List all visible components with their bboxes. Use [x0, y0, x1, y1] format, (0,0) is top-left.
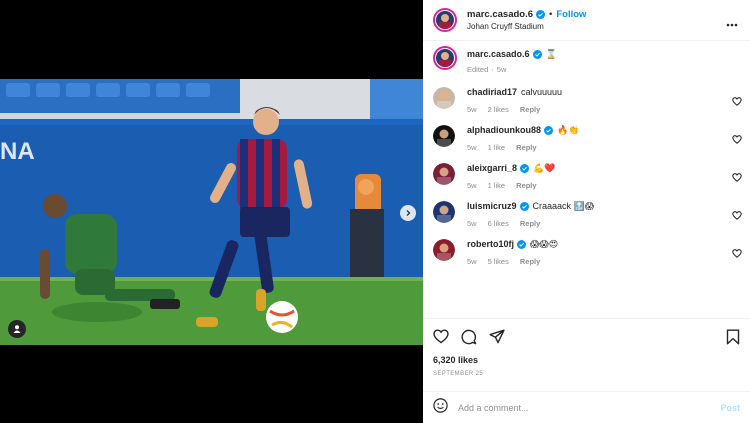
like-button[interactable] — [433, 329, 449, 349]
reply-button[interactable]: Reply — [520, 257, 540, 266]
caption-text: ⌛ — [545, 49, 557, 59]
banner-text: NA — [0, 138, 35, 165]
comment-text: calvuuuuu — [521, 87, 563, 97]
author-username[interactable]: marc.casado.6 — [467, 9, 533, 20]
comment-username[interactable]: luismicruz9 — [467, 201, 517, 212]
next-media-button[interactable] — [400, 205, 416, 221]
chevron-right-icon — [406, 210, 411, 216]
comment-time[interactable]: 5w — [467, 181, 477, 190]
comment-username[interactable]: aleixgarri_8 — [467, 163, 517, 174]
comment-like-button[interactable] — [732, 93, 742, 111]
user-tag-icon — [13, 325, 21, 333]
commenter-avatar[interactable] — [433, 239, 455, 261]
comment-text: 💪❤️ — [533, 163, 556, 173]
more-horizontal-icon — [726, 23, 738, 27]
comment-input[interactable] — [458, 402, 721, 413]
comment-username[interactable]: chadiriad17 — [467, 87, 517, 98]
comment-item: roberto10fj 😱😱😍 5w 5 likes Reply — [423, 239, 750, 266]
caption-time[interactable]: 5w — [497, 65, 507, 74]
user-tag-button[interactable] — [8, 320, 26, 338]
comment-item: chadiriad17 calvuuuuu 5w 2 likes Reply — [423, 87, 750, 114]
comment-text: 😱😱😍 — [530, 239, 559, 249]
author-avatar[interactable] — [433, 8, 457, 32]
reply-button[interactable]: Reply — [520, 219, 540, 228]
verified-badge-icon — [532, 50, 542, 59]
heart-icon — [732, 249, 742, 258]
comment-likes[interactable]: 5 likes — [488, 257, 509, 266]
share-icon — [489, 329, 505, 343]
verified-badge-icon — [544, 126, 554, 135]
reply-button[interactable]: Reply — [516, 143, 536, 152]
verified-badge-icon — [519, 202, 529, 211]
comment-likes[interactable]: 6 likes — [488, 219, 509, 228]
emoji-icon — [433, 397, 448, 413]
post-side-panel: marc.casado.6 • Follow Johan Cruyff Stad… — [423, 0, 750, 423]
comment-likes[interactable]: 2 likes — [488, 105, 509, 114]
more-options-button[interactable] — [726, 14, 738, 32]
emoji-button[interactable] — [433, 397, 448, 418]
comment-icon — [461, 329, 477, 344]
comment-username[interactable]: alphadiounkou88 — [467, 125, 541, 136]
comment-likes[interactable]: 1 like — [488, 143, 506, 152]
separator-dot: • — [549, 9, 553, 20]
add-comment-bar: Post — [423, 391, 750, 423]
comment-item: luismicruz9 Craaaack 🔝😱 5w 6 likes Reply — [423, 201, 750, 228]
comment-button[interactable] — [461, 329, 477, 350]
comment-time[interactable]: 5w — [467, 105, 477, 114]
comment-item: alphadiounkou88 🔥👏 5w 1 like Reply — [423, 125, 750, 152]
post-comment-button[interactable]: Post — [720, 403, 740, 413]
comment-time[interactable]: 5w — [467, 257, 477, 266]
media-area: NA — [0, 0, 423, 423]
heart-icon — [732, 97, 742, 106]
reply-button[interactable]: Reply — [520, 105, 540, 114]
comment-like-button[interactable] — [732, 131, 742, 149]
comment-time[interactable]: 5w — [467, 219, 477, 228]
follow-button[interactable]: Follow — [556, 9, 586, 20]
post-location[interactable]: Johan Cruyff Stadium — [467, 22, 586, 31]
commenter-avatar[interactable] — [433, 87, 455, 109]
commenter-avatar[interactable] — [433, 125, 455, 147]
reply-button[interactable]: Reply — [516, 181, 536, 190]
commenter-avatar[interactable] — [433, 163, 455, 185]
comment-like-button[interactable] — [732, 245, 742, 263]
heart-icon — [732, 211, 742, 220]
caption-edited: Edited — [467, 65, 489, 74]
share-button[interactable] — [489, 329, 505, 350]
post-actions: 6,320 likes September 25 — [423, 318, 750, 391]
post-header: marc.casado.6 • Follow Johan Cruyff Stad… — [423, 0, 750, 41]
comment-like-button[interactable] — [732, 169, 742, 187]
caption-author-avatar[interactable] — [433, 46, 457, 70]
heart-icon — [732, 135, 742, 144]
instagram-post-modal: NA marc.casado.6 • Follow Johan Cruyff S… — [0, 0, 750, 423]
commenter-avatar[interactable] — [433, 201, 455, 223]
comment-item: aleixgarri_8 💪❤️ 5w 1 like Reply — [423, 163, 750, 190]
post-caption: marc.casado.6 ⌛ Edited · 5w — [423, 46, 750, 74]
comments-list: marc.casado.6 ⌛ Edited · 5w chadiriad17 — [423, 46, 750, 318]
post-date[interactable]: September 25 — [423, 365, 750, 377]
heart-icon — [732, 173, 742, 182]
verified-badge-icon — [520, 164, 530, 173]
verified-badge-icon — [536, 10, 546, 19]
comment-username[interactable]: roberto10fj — [467, 239, 514, 250]
comment-like-button[interactable] — [732, 207, 742, 225]
caption-username[interactable]: marc.casado.6 — [467, 49, 530, 60]
comment-text: Craaaack 🔝😱 — [532, 201, 595, 211]
likes-count[interactable]: 6,320 likes — [423, 351, 750, 365]
post-photo: NA — [0, 79, 423, 345]
save-button[interactable] — [726, 329, 740, 350]
heart-icon — [433, 329, 449, 344]
comment-text: 🔥👏 — [557, 125, 580, 135]
comment-likes[interactable]: 1 like — [488, 181, 506, 190]
comment-time[interactable]: 5w — [467, 143, 477, 152]
bookmark-icon — [726, 329, 740, 344]
verified-badge-icon — [517, 240, 527, 249]
